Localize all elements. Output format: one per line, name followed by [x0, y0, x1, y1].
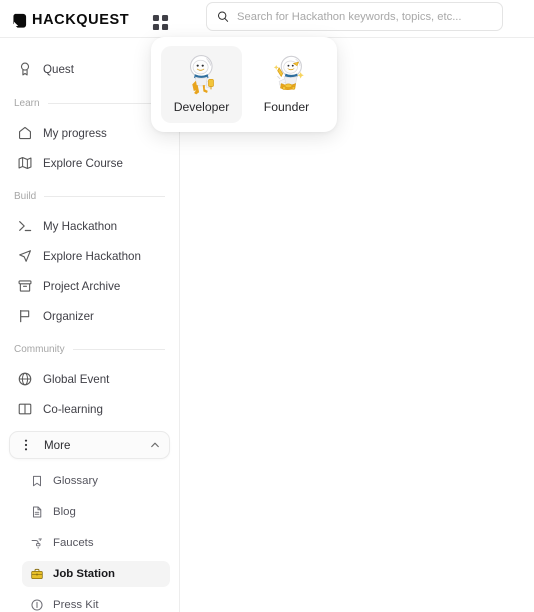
- home-icon: [19, 126, 31, 140]
- open-book-icon: [18, 403, 32, 415]
- role-card-label: Founder: [263, 100, 310, 114]
- navigation-send-icon: [19, 250, 31, 262]
- section-divider: [72, 348, 165, 350]
- sidebar-item-label: Global Event: [43, 372, 110, 386]
- bookmark-icon: [32, 475, 42, 487]
- sidebar-subitem-job-station[interactable]: Job Station: [22, 561, 170, 587]
- sidebar-item-project-archive[interactable]: Project Archive: [9, 273, 170, 299]
- chevron-up-icon: [151, 442, 159, 448]
- search-icon: [217, 11, 229, 22]
- sidebar-item-label: Explore Hackathon: [43, 249, 141, 263]
- sidebar-item-label: Project Archive: [43, 279, 121, 293]
- astronaut-duck-developer-icon: [189, 55, 214, 95]
- brand-name: HACKQUEST: [32, 12, 130, 29]
- role-card-label: Developer: [173, 100, 230, 114]
- sidebar-item-label: Explore Course: [43, 156, 123, 170]
- sidebar-subitem-label: Glossary: [53, 475, 98, 487]
- apps-grid-button[interactable]: [152, 14, 169, 31]
- info-circle-icon: [31, 599, 43, 611]
- sidebar-more-label: More: [44, 438, 71, 452]
- section-header-build: Build: [14, 187, 165, 205]
- section-header-learn: Learn: [14, 94, 165, 112]
- sidebar-item-label: Co-learning: [43, 402, 103, 416]
- sidebar-subitem-glossary[interactable]: Glossary: [22, 468, 170, 494]
- apps-grid-icon: [152, 14, 169, 31]
- search-input[interactable]: [237, 10, 492, 23]
- role-selector-panel: Developer Founder: [151, 37, 337, 132]
- sidebar-more-toggle[interactable]: More: [9, 431, 170, 459]
- sidebar-subitem-label: Press Kit: [53, 599, 99, 611]
- sidebar-item-label: My progress: [43, 126, 107, 140]
- sidebar-item-organizer[interactable]: Organizer: [9, 303, 170, 329]
- sidebar-subitem-press-kit[interactable]: Press Kit: [22, 592, 170, 612]
- sidebar-item-co-learning[interactable]: Co-learning: [9, 396, 170, 422]
- sidebar-subitem-label: Job Station: [53, 568, 116, 580]
- sidebar-subitem-label: Blog: [53, 506, 76, 518]
- sidebar-subitem-blog[interactable]: Blog: [22, 499, 170, 525]
- vertical-dots-icon: [24, 439, 28, 451]
- map-icon: [18, 157, 32, 169]
- section-divider: [47, 102, 165, 104]
- flag-icon: [20, 309, 30, 323]
- medal-award-icon: [20, 62, 30, 76]
- sidebar-item-my-progress[interactable]: My progress: [9, 120, 170, 146]
- top-header: HACKQUEST: [0, 0, 534, 38]
- sidebar-item-explore-hackathon[interactable]: Explore Hackathon: [9, 243, 170, 269]
- document-icon: [32, 506, 42, 518]
- section-title: Build: [14, 190, 37, 202]
- sidebar-item-quest[interactable]: Quest: [9, 56, 170, 82]
- sidebar-item-label: Organizer: [43, 309, 94, 323]
- briefcase-icon: [31, 568, 43, 580]
- faucet-icon: [31, 538, 42, 549]
- astronaut-duck-founder-icon: [273, 55, 304, 91]
- role-card-founder[interactable]: Founder: [246, 46, 327, 123]
- globe-icon: [18, 372, 32, 386]
- section-title: Learn: [14, 97, 40, 109]
- sidebar-subitem-label: Faucets: [53, 537, 94, 549]
- section-divider: [44, 195, 165, 197]
- sidebar-item-explore-course[interactable]: Explore Course: [9, 150, 170, 176]
- sidebar-item-label: My Hackathon: [43, 219, 118, 233]
- sidebar-item-label: Quest: [43, 62, 74, 76]
- sidebar-subitem-faucets[interactable]: Faucets: [22, 530, 170, 556]
- section-title: Community: [14, 343, 65, 355]
- terminal-icon: [19, 221, 32, 232]
- hackquest-logo-icon: [13, 13, 27, 28]
- brand-logo[interactable]: HACKQUEST: [12, 13, 129, 28]
- sidebar-item-global-event[interactable]: Global Event: [9, 366, 170, 392]
- app-root: HACKQUEST Quest: [0, 0, 534, 612]
- sidebar-item-my-hackathon[interactable]: My Hackathon: [9, 213, 170, 239]
- section-header-community: Community: [14, 340, 165, 358]
- archive-box-icon: [18, 280, 32, 292]
- role-card-developer[interactable]: Developer: [161, 46, 242, 123]
- search-bar[interactable]: [206, 2, 503, 31]
